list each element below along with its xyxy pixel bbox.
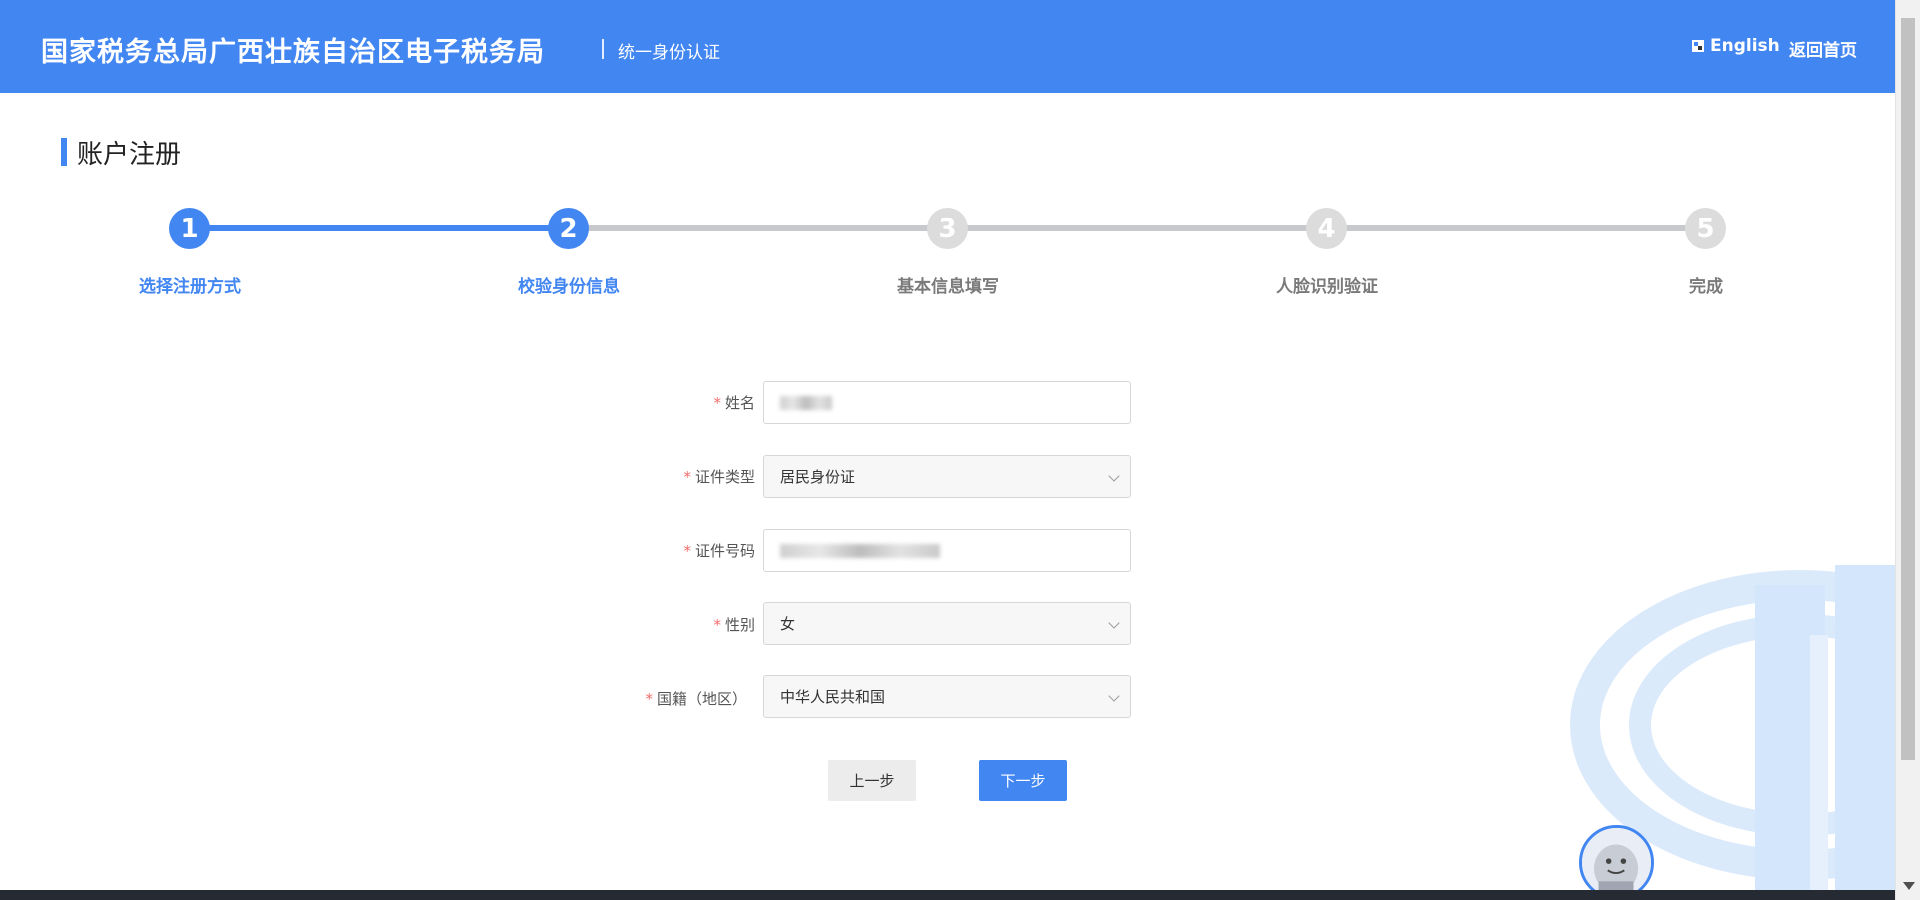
previous-step-button[interactable]: 上一步 [828,760,916,801]
id-type-select[interactable]: 居民身份证 [763,455,1131,498]
scroll-down-icon[interactable] [1903,882,1915,890]
gender-select[interactable]: 女 [763,602,1131,645]
name-label: * 姓名 [713,394,755,412]
id-type-value: 居民身份证 [780,468,856,486]
assistant-avatar-icon [1582,828,1651,897]
name-input[interactable] [763,381,1131,424]
page-title: 账户注册 [77,140,182,170]
required-mark: * [713,616,721,634]
chevron-down-icon [1108,470,1120,482]
assistant-avatar-button[interactable] [1579,825,1654,900]
step-4-label: 人脸识别验证 [1276,277,1378,297]
site-subtitle: 统一身份认证 [618,43,720,63]
step-2-circle: 2 [548,208,589,249]
chevron-down-icon [1108,617,1120,629]
step-connector-3 [949,225,1329,231]
gender-value: 女 [780,615,796,633]
required-mark: * [713,394,721,412]
required-mark: * [683,542,691,560]
title-accent-bar [61,138,67,166]
id-type-label: * 证件类型 [683,468,755,486]
required-mark: * [645,690,653,708]
step-5-label: 完成 [1689,277,1723,297]
nationality-label: * 国籍（地区） [645,690,747,708]
step-1-label: 选择注册方式 [139,277,241,297]
id-number-label: * 证件号码 [683,542,755,560]
vertical-scrollbar[interactable] [1895,0,1920,900]
nationality-select[interactable]: 中华人民共和国 [763,675,1131,718]
required-mark: * [683,468,691,486]
masked-id-number-value [780,543,940,558]
step-1-circle: 1 [169,208,210,249]
id-number-input[interactable] [763,529,1131,572]
language-switch-label: English [1710,36,1780,56]
brand-divider [602,39,604,59]
language-flag-icon [1692,40,1704,52]
step-connector-4 [1329,225,1707,231]
language-switch-link[interactable]: English [1692,36,1780,56]
step-3-circle: 3 [927,208,968,249]
gender-label: * 性别 [713,616,755,634]
site-brand: 国家税务总局广西壮族自治区电子税务局 [41,37,545,68]
step-4-circle: 4 [1306,208,1347,249]
chevron-down-icon [1108,690,1120,702]
back-home-link[interactable]: 返回首页 [1789,36,1857,61]
masked-name-value [780,395,832,410]
step-2-label: 校验身份信息 [518,277,620,297]
step-3-label: 基本信息填写 [897,277,999,297]
scroll-thumb[interactable] [1901,18,1915,760]
step-connector-1 [189,225,569,231]
top-header: 国家税务总局广西壮族自治区电子税务局 统一身份认证 English 返回首页 [0,0,1895,93]
step-connector-2 [569,225,949,231]
next-step-button[interactable]: 下一步 [979,760,1067,801]
step-5-circle: 5 [1685,208,1726,249]
footer-bar [0,890,1895,900]
nationality-value: 中华人民共和国 [780,688,886,706]
